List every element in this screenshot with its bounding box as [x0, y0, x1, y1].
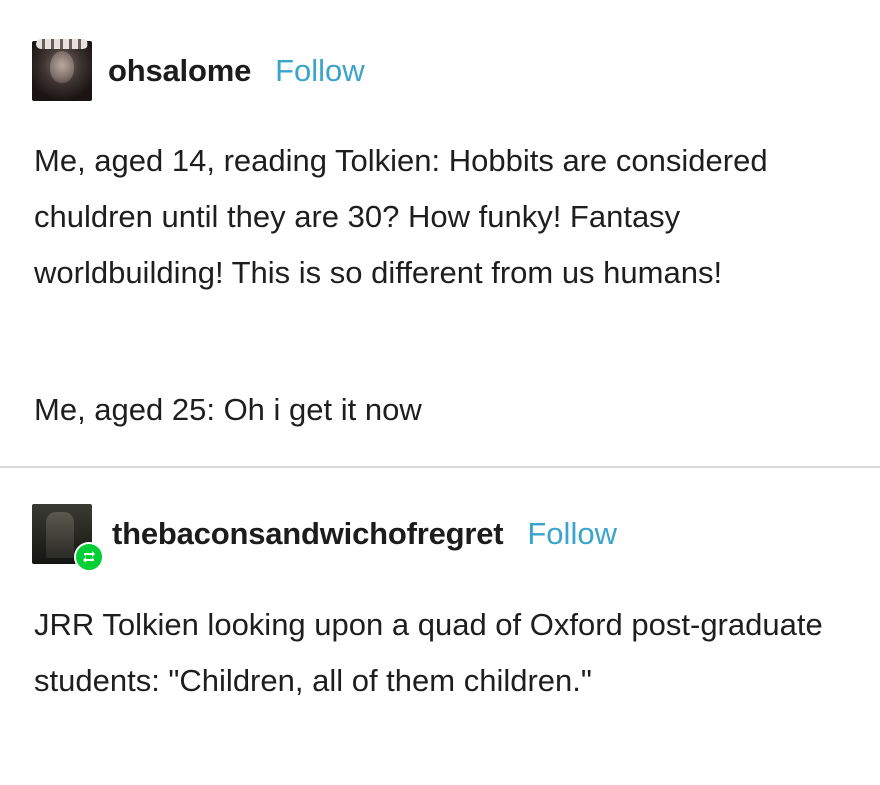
post-header: thebaconsandwichofregret Follow: [32, 503, 617, 572]
avatar-face: [50, 51, 74, 83]
post-header: ohsalome Follow: [32, 39, 365, 102]
avatar-flower-crown: [36, 39, 88, 49]
post-thebaconsandwichofregret: thebaconsandwichofregret Follow JRR Tolk…: [0, 470, 880, 785]
username[interactable]: thebaconsandwichofregret: [112, 516, 504, 552]
avatar-figure: [46, 512, 74, 558]
follow-button[interactable]: Follow: [527, 516, 617, 552]
avatar[interactable]: [32, 504, 104, 572]
follow-button[interactable]: Follow: [275, 53, 365, 89]
post-text: Me, aged 14, reading Tolkien: Hobbits ar…: [34, 143, 768, 290]
post-divider: [0, 466, 880, 468]
username[interactable]: ohsalome: [108, 53, 251, 89]
post-ohsalome: ohsalome Follow Me, aged 14, reading Tol…: [0, 0, 880, 468]
post-text: Me, aged 25: Oh i get it now: [34, 392, 422, 427]
reblog-icon: [74, 542, 104, 572]
avatar[interactable]: [32, 39, 92, 101]
post-text: JRR Tolkien looking upon a quad of Oxfor…: [34, 607, 823, 698]
